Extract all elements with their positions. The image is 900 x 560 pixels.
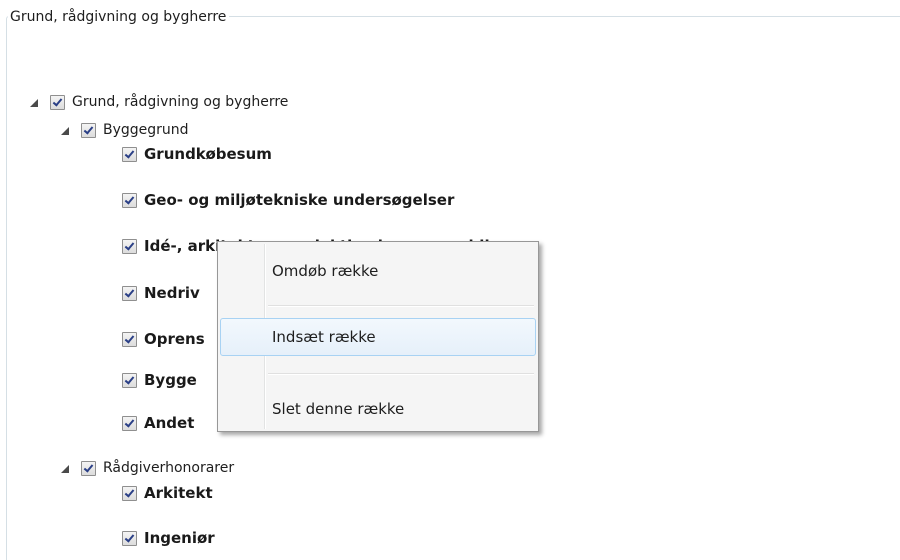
tree-leaf-label: Oprens <box>144 330 205 348</box>
tree-node-label: Byggegrund <box>103 122 189 138</box>
menu-item-label: Indsæt række <box>272 328 376 346</box>
checkbox-leaf[interactable] <box>122 415 137 431</box>
context-menu: Omdøb række Indsæt række Slet denne rækk… <box>217 241 539 432</box>
tree-node-label: Rådgiverhonorarer <box>103 460 235 476</box>
checkbox-raadgiverhonorarer[interactable] <box>81 460 96 476</box>
checkbox-byggegrund[interactable] <box>81 122 96 138</box>
tree-leaf-label: Arkitekt <box>144 484 213 502</box>
tree-leaf-nedriv[interactable]: Nedriv <box>122 283 200 303</box>
tree-leaf-andet[interactable]: Andet <box>122 413 194 433</box>
tree-leaf-grundkobesum[interactable]: Grundkøbesum <box>122 144 272 164</box>
menu-item-label: Omdøb række <box>272 262 379 280</box>
tree-leaf-oprens[interactable]: Oprens <box>122 329 205 349</box>
expand-arrow-icon[interactable] <box>30 98 38 107</box>
checkbox-leaf[interactable] <box>122 285 137 301</box>
menu-item-label: Slet denne række <box>272 400 405 418</box>
tree-node-raadgiverhonorarer[interactable]: Rådgiverhonorarer <box>61 458 234 478</box>
checkbox-root[interactable] <box>50 94 65 110</box>
menu-separator <box>268 305 534 307</box>
tree-leaf-label: Ingeniør <box>144 529 215 547</box>
tree-leaf-arkitekt[interactable]: Arkitekt <box>122 483 213 503</box>
tree-leaf-bygge[interactable]: Bygge <box>122 370 197 390</box>
tree-leaf-label: Grundkøbesum <box>144 145 272 163</box>
tree-leaf-label: Nedriv <box>144 284 200 302</box>
tree-leaf-label: Andet <box>144 414 195 432</box>
groupbox-title: Grund, rådgivning og bygherre <box>8 8 230 26</box>
tree-leaf-label: Geo- og miljøtekniske undersøgelser <box>144 191 455 209</box>
checkbox-leaf[interactable] <box>122 238 137 254</box>
checkbox-leaf[interactable] <box>122 372 137 388</box>
checkbox-leaf[interactable] <box>122 331 137 347</box>
checkbox-leaf[interactable] <box>122 146 137 162</box>
menu-item-insert-row[interactable]: Indsæt række <box>220 318 536 356</box>
tree-leaf-geo[interactable]: Geo- og miljøtekniske undersøgelser <box>122 190 454 210</box>
expand-arrow-icon[interactable] <box>61 464 69 473</box>
menu-separator <box>268 373 534 375</box>
checkbox-leaf[interactable] <box>122 530 137 546</box>
tree-node-byggegrund[interactable]: Byggegrund <box>61 120 189 140</box>
tree-leaf-label: Bygge <box>144 371 197 389</box>
menu-item-rename-row[interactable]: Omdøb række <box>220 252 536 290</box>
tree-panel: Grund, rådgivning og bygherre Grund, råd… <box>0 0 900 560</box>
tree-leaf-ingenior[interactable]: Ingeniør <box>122 528 215 548</box>
checkbox-leaf[interactable] <box>122 485 137 501</box>
menu-item-delete-row[interactable]: Slet denne række <box>220 390 536 428</box>
tree-node-root[interactable]: Grund, rådgivning og bygherre <box>30 92 288 112</box>
expand-arrow-icon[interactable] <box>61 126 69 135</box>
tree-node-label: Grund, rådgivning og bygherre <box>72 94 289 110</box>
checkbox-leaf[interactable] <box>122 192 137 208</box>
